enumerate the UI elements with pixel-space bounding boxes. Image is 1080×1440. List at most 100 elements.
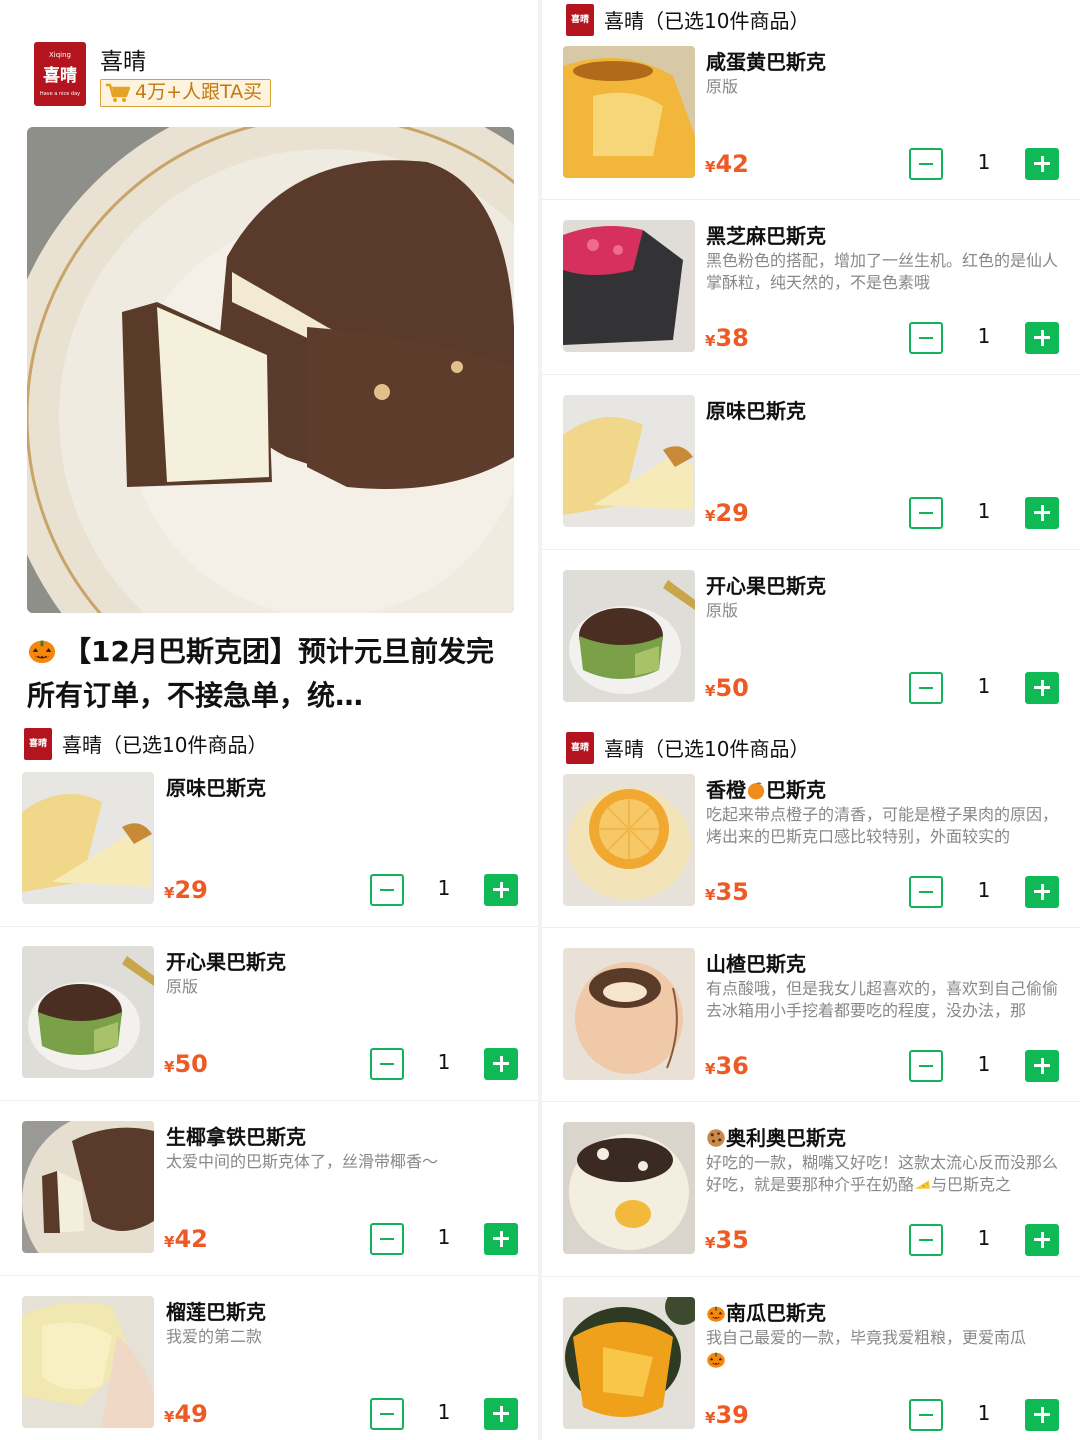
product-item[interactable]: 榴莲巴斯克 我爱的第二款 ¥49 1 xyxy=(0,1296,538,1440)
decrease-quantity-button[interactable] xyxy=(370,1398,404,1430)
product-price: ¥36 xyxy=(705,1052,749,1080)
shop-mini-logo: 喜晴 xyxy=(24,728,52,760)
product-thumb[interactable] xyxy=(563,570,695,702)
increase-quantity-button[interactable] xyxy=(484,874,518,906)
quantity-value: 1 xyxy=(437,1400,451,1424)
orange-icon xyxy=(746,780,766,800)
decrease-quantity-button[interactable] xyxy=(909,1224,943,1256)
increase-quantity-button[interactable] xyxy=(1025,1050,1059,1082)
product-desc: 太爱中间的巴斯克体了，丝滑带椰香～ xyxy=(166,1152,439,1171)
product-item[interactable]: 黑芝麻巴斯克 黑色粉色的搭配，增加了一丝生机。红色的是仙人掌酥粒，纯天然的，不是… xyxy=(542,220,1080,394)
product-desc: 我自己最爱的一款，毕竟我爱粗粮，更爱南瓜 xyxy=(706,1327,1058,1371)
increase-quantity-button[interactable] xyxy=(1025,1224,1059,1256)
shop-group-header[interactable]: 喜晴 喜晴（已选10件商品） xyxy=(24,728,524,762)
shop-group-header[interactable]: 喜晴 喜晴（已选10件商品） xyxy=(566,732,1066,766)
product-name: 原味巴斯克 xyxy=(706,399,806,423)
divider xyxy=(0,926,538,927)
quantity-value: 1 xyxy=(977,878,991,902)
divider xyxy=(542,549,1080,550)
cart-icon xyxy=(106,83,131,102)
decrease-quantity-button[interactable] xyxy=(909,672,943,704)
decrease-quantity-button[interactable] xyxy=(909,322,943,354)
increase-quantity-button[interactable] xyxy=(1025,876,1059,908)
product-item[interactable]: 生椰拿铁巴斯克 太爱中间的巴斯克体了，丝滑带椰香～ ¥42 1 xyxy=(0,1121,538,1295)
product-name: 黑芝麻巴斯克 xyxy=(706,224,826,248)
increase-quantity-button[interactable] xyxy=(1025,322,1059,354)
product-name: 原味巴斯克 xyxy=(166,776,266,800)
product-price: ¥29 xyxy=(164,876,208,904)
product-name: 咸蛋黄巴斯克 xyxy=(706,50,826,74)
product-price: ¥35 xyxy=(705,1226,749,1254)
shop-group-header[interactable]: 喜晴 喜晴（已选10件商品） xyxy=(566,4,1066,38)
product-price: ¥38 xyxy=(705,324,749,352)
product-desc: 原版 xyxy=(706,601,739,620)
shop-mini-logo: 喜晴 xyxy=(566,4,594,36)
product-item[interactable]: 咸蛋黄巴斯克 原版 ¥42 1 xyxy=(542,46,1080,220)
product-name: 开心果巴斯克 xyxy=(706,574,826,598)
shop-name[interactable]: 喜晴 xyxy=(100,42,146,76)
product-thumb[interactable] xyxy=(563,220,695,352)
decrease-quantity-button[interactable] xyxy=(909,1399,943,1431)
product-thumb[interactable] xyxy=(563,1122,695,1254)
quantity-value: 1 xyxy=(977,1226,991,1250)
product-price: ¥29 xyxy=(705,499,749,527)
quantity-value: 1 xyxy=(977,674,991,698)
product-desc: 原版 xyxy=(166,977,199,996)
product-thumb[interactable] xyxy=(22,1121,154,1253)
product-item[interactable]: 奥利奥巴斯克 好吃的一款，糊嘴又好吃！这款太流心反而没那么好吃，就是要那种介乎在… xyxy=(542,1122,1080,1296)
product-item[interactable]: 南瓜巴斯克 我自己最爱的一款，毕竟我爱粗粮，更爱南瓜 ¥39 1 xyxy=(542,1297,1080,1440)
product-thumb[interactable] xyxy=(563,774,695,906)
product-name: 生椰拿铁巴斯克 xyxy=(166,1125,306,1149)
increase-quantity-button[interactable] xyxy=(484,1398,518,1430)
increase-quantity-button[interactable] xyxy=(1025,1399,1059,1431)
product-item[interactable]: 原味巴斯克 ¥29 1 xyxy=(542,395,1080,569)
divider xyxy=(0,1100,538,1101)
product-item[interactable]: 山楂巴斯克 有点酸哦，但是我女儿超喜欢的，喜欢到自己偷偷去冰箱用小手挖着都要吃的… xyxy=(542,948,1080,1122)
decrease-quantity-button[interactable] xyxy=(370,1048,404,1080)
quantity-value: 1 xyxy=(977,1052,991,1076)
product-thumb[interactable] xyxy=(22,946,154,1078)
divider xyxy=(542,1276,1080,1277)
divider xyxy=(542,374,1080,375)
increase-quantity-button[interactable] xyxy=(1025,148,1059,180)
hero-cake-image[interactable] xyxy=(27,127,514,613)
product-thumb[interactable] xyxy=(563,395,695,527)
product-desc: 原版 xyxy=(706,77,739,96)
product-thumb[interactable] xyxy=(22,772,154,904)
product-name: 南瓜巴斯克 xyxy=(706,1297,826,1326)
divider xyxy=(542,1101,1080,1102)
product-item[interactable]: 开心果巴斯克 原版 ¥50 1 xyxy=(542,570,1080,744)
pumpkin-icon xyxy=(706,1349,726,1369)
product-name: 奥利奥巴斯克 xyxy=(706,1122,846,1151)
increase-quantity-button[interactable] xyxy=(1025,497,1059,529)
product-thumb[interactable] xyxy=(563,1297,695,1429)
product-thumb[interactable] xyxy=(22,1296,154,1428)
product-desc: 吃起来带点橙子的清香，可能是橙子果肉的原因，烤出来的巴斯克口感比较特别，外面较实… xyxy=(706,805,1058,846)
divider xyxy=(542,927,1080,928)
increase-quantity-button[interactable] xyxy=(484,1223,518,1255)
quantity-value: 1 xyxy=(977,150,991,174)
decrease-quantity-button[interactable] xyxy=(909,1050,943,1082)
decrease-quantity-button[interactable] xyxy=(370,874,404,906)
product-thumb[interactable] xyxy=(563,46,695,178)
product-price: ¥42 xyxy=(705,150,749,178)
product-thumb[interactable] xyxy=(563,948,695,1080)
product-name: 榴莲巴斯克 xyxy=(166,1300,266,1324)
product-desc: 黑色粉色的搭配，增加了一丝生机。红色的是仙人掌酥粒，纯天然的，不是色素哦 xyxy=(706,251,1058,292)
product-item[interactable]: 原味巴斯克 ¥29 1 xyxy=(0,772,538,946)
increase-quantity-button[interactable] xyxy=(1025,672,1059,704)
decrease-quantity-button[interactable] xyxy=(909,148,943,180)
product-title[interactable]: 【12月巴斯克团】预计元旦前发完所有订单，不接急单，统… xyxy=(27,630,517,718)
product-desc: 我爱的第二款 xyxy=(166,1327,263,1346)
increase-quantity-button[interactable] xyxy=(484,1048,518,1080)
product-price: ¥42 xyxy=(164,1225,208,1253)
decrease-quantity-button[interactable] xyxy=(909,497,943,529)
shop-header[interactable]: Xiqing 喜晴 Have a nice day 喜晴 4万+人跟TA买 xyxy=(34,42,514,108)
decrease-quantity-button[interactable] xyxy=(370,1223,404,1255)
buyers-badge: 4万+人跟TA买 xyxy=(100,79,272,107)
product-item[interactable]: 香橙 巴斯克 吃起来带点橙子的清香，可能是橙子果肉的原因，烤出来的巴斯克口感比较特… xyxy=(542,774,1080,948)
product-price: ¥35 xyxy=(705,878,749,906)
product-item[interactable]: 开心果巴斯克 原版 ¥50 1 xyxy=(0,946,538,1120)
product-desc: 好吃的一款，糊嘴又好吃！这款太流心反而没那么好吃，就是要那种介乎在奶酪 与巴斯克之 xyxy=(706,1153,1058,1194)
decrease-quantity-button[interactable] xyxy=(909,876,943,908)
